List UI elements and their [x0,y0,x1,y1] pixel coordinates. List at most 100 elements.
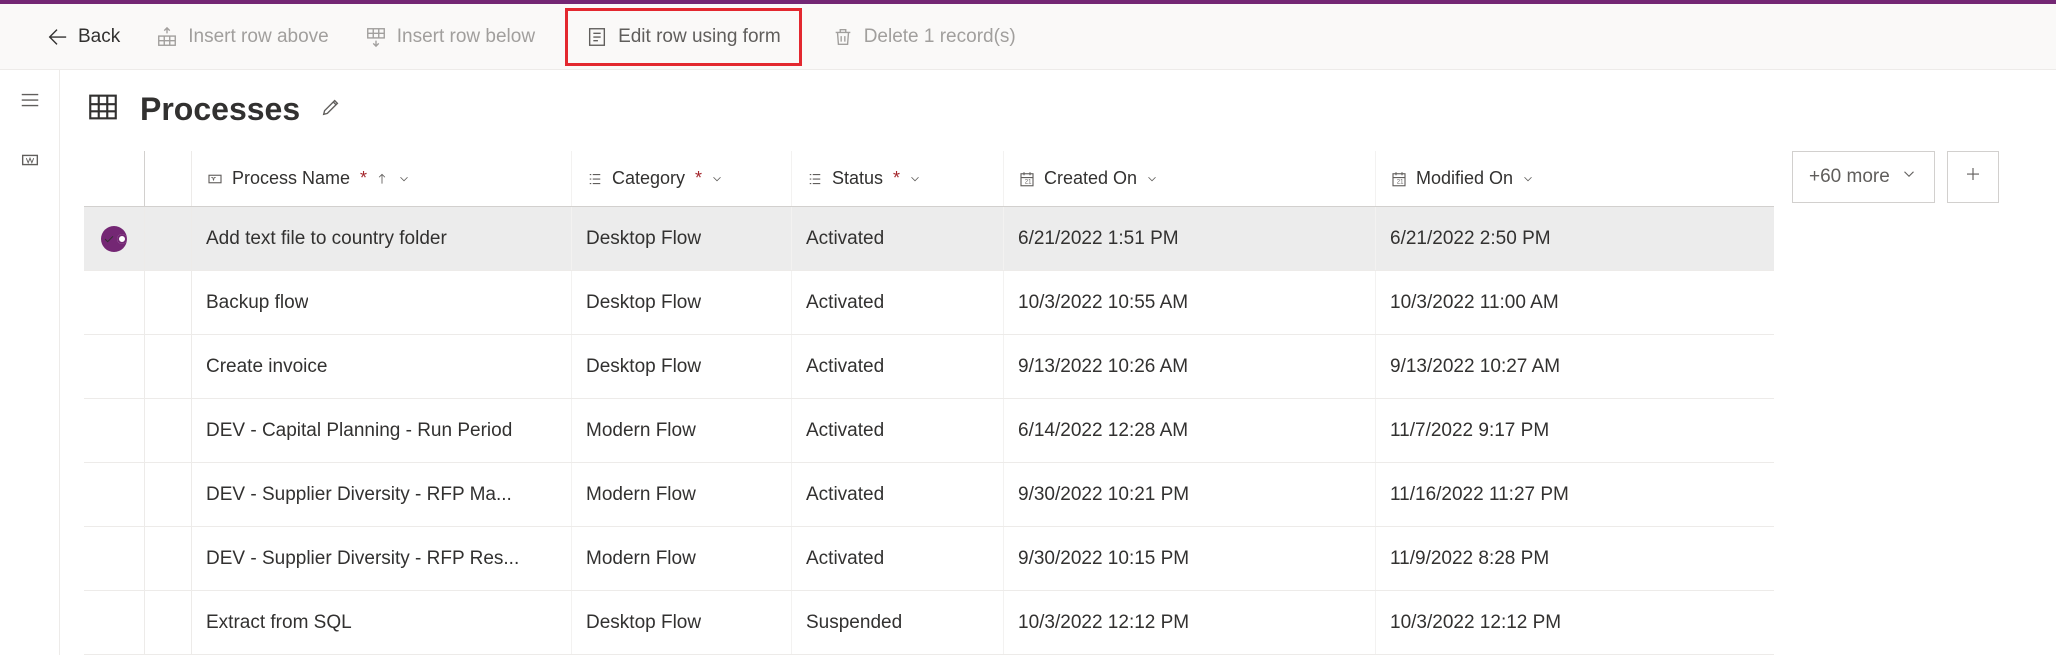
table-row[interactable]: Extract from SQL Desktop Flow Suspended 10/… [84,591,1774,655]
row-gutter [144,399,192,462]
cell-process-name-value: Create invoice [206,356,327,378]
column-header-process-name[interactable]: Process Name * [192,151,572,206]
cell-process-name[interactable]: Create invoice [192,335,572,398]
cell-modified-on-value: 11/16/2022 11:27 PM [1390,484,1569,506]
trash-icon [832,26,854,48]
chevron-down-icon [908,172,922,186]
row-gutter [144,463,192,526]
sort-asc-icon [375,172,389,186]
row-select[interactable] [84,463,144,526]
cell-modified-on[interactable]: 11/9/2022 8:28 PM [1376,527,1744,590]
column-label: Created On [1044,168,1137,189]
row-select[interactable] [84,591,144,654]
column-header-created-on[interactable]: 21 Created On [1004,151,1376,206]
cell-status[interactable]: Activated [792,399,1004,462]
column-label: Status [832,168,883,189]
cell-modified-on[interactable]: 6/21/2022 2:50 PM [1376,207,1744,270]
edit-row-highlight: Edit row using form [565,8,802,66]
cell-category-value: Desktop Flow [586,612,701,634]
cell-category[interactable]: Desktop Flow [572,591,792,654]
optionset-type-icon [586,170,604,188]
cell-status[interactable]: Activated [792,271,1004,334]
cell-process-name[interactable]: Add text file to country folder [192,207,572,270]
insert-row-above-button[interactable]: Insert row above [150,15,334,59]
cell-status[interactable]: Activated [792,463,1004,526]
cell-category[interactable]: Modern Flow [572,527,792,590]
cell-created-on[interactable]: 6/21/2022 1:51 PM [1004,207,1376,270]
column-label: Process Name [232,168,350,189]
row-gutter [144,271,192,334]
column-header-modified-on[interactable]: 21 Modified On [1376,151,1744,206]
cell-modified-on[interactable]: 11/16/2022 11:27 PM [1376,463,1744,526]
cell-category[interactable]: Desktop Flow [572,335,792,398]
data-grid: Process Name * Category* [84,151,1774,655]
cell-process-name[interactable]: DEV - Capital Planning - Run Period [192,399,572,462]
cell-status[interactable]: Suspended [792,591,1004,654]
table-row[interactable]: Add text file to country folderDesktop F… [84,207,1774,271]
cell-modified-on[interactable]: 9/13/2022 10:27 AM [1376,335,1744,398]
cell-created-on[interactable]: 9/30/2022 10:15 PM [1004,527,1376,590]
cell-status[interactable]: Activated [792,335,1004,398]
table-row[interactable]: Create invoice Desktop Flow Activated 9/13/… [84,335,1774,399]
arrow-left-icon [46,26,68,48]
text-type-icon [206,170,224,188]
edit-row-using-form-label: Edit row using form [618,26,781,48]
insert-row-below-icon [365,26,387,48]
table-row[interactable]: DEV - Supplier Diversity - RFP Res... Mod… [84,527,1774,591]
cell-category[interactable]: Desktop Flow [572,271,792,334]
cell-status-value: Activated [806,420,884,442]
required-indicator: * [360,168,367,189]
table-row[interactable]: Backup flowDesktop FlowActivated10/3/202… [84,271,1774,335]
cell-modified-on[interactable]: 10/3/2022 12:12 PM [1376,591,1744,654]
row-select[interactable] [84,271,144,334]
cell-process-name[interactable]: DEV - Supplier Diversity - RFP Ma... [192,463,572,526]
edit-title-button[interactable] [320,96,342,123]
required-indicator: * [893,168,900,189]
more-columns-button[interactable]: +60 more [1792,151,1935,203]
cell-process-name-value: DEV - Capital Planning - Run Period [206,420,512,442]
cell-created-on[interactable]: 10/3/2022 12:12 PM [1004,591,1376,654]
edit-row-using-form-button[interactable]: Edit row using form [580,15,787,59]
cell-status[interactable]: Activated [792,527,1004,590]
insert-row-below-button[interactable]: Insert row below [359,15,541,59]
page-header: Processes [84,90,2046,129]
insert-row-below-label: Insert row below [397,26,535,48]
cell-created-on[interactable]: 9/30/2022 10:21 PM [1004,463,1376,526]
column-header-category[interactable]: Category* [572,151,792,206]
add-column-button[interactable] [1947,151,1999,203]
cell-created-on[interactable]: 10/3/2022 10:55 AM [1004,271,1376,334]
cell-status[interactable]: Activated [792,207,1004,270]
row-select[interactable] [84,527,144,590]
row-select[interactable] [84,207,144,270]
cell-category[interactable]: Modern Flow [572,399,792,462]
cell-modified-on[interactable]: 11/7/2022 9:17 PM [1376,399,1744,462]
cell-modified-on[interactable]: 10/3/2022 11:00 AM [1376,271,1744,334]
back-button[interactable]: Back [40,15,126,59]
cell-status-value: Activated [806,356,884,378]
rail-menu-button[interactable] [10,82,50,122]
cell-category-value: Desktop Flow [586,292,701,314]
cell-created-on[interactable]: 9/13/2022 10:26 AM [1004,335,1376,398]
hamburger-icon [19,89,41,116]
rail-text-button[interactable] [10,142,50,182]
cell-process-name[interactable]: Backup flow [192,271,572,334]
cell-category-value: Modern Flow [586,548,696,570]
header-select-all[interactable] [84,151,144,206]
cell-created-on[interactable]: 6/14/2022 12:28 AM [1004,399,1376,462]
chevron-down-icon [710,172,724,186]
cell-category[interactable]: Modern Flow [572,463,792,526]
cell-process-name[interactable]: DEV - Supplier Diversity - RFP Res... [192,527,572,590]
svg-text:21: 21 [1397,179,1404,185]
cell-process-name[interactable]: Extract from SQL [192,591,572,654]
form-icon [586,26,608,48]
delete-records-button[interactable]: Delete 1 record(s) [826,15,1022,59]
plus-icon [1964,165,1982,189]
back-label: Back [78,26,120,48]
cell-created-on-value: 10/3/2022 12:12 PM [1018,612,1189,634]
cell-category[interactable]: Desktop Flow [572,207,792,270]
table-row[interactable]: DEV - Capital Planning - Run Period Moder… [84,399,1774,463]
table-row[interactable]: DEV - Supplier Diversity - RFP Ma...Mode… [84,463,1774,527]
row-select[interactable] [84,399,144,462]
column-header-status[interactable]: Status * [792,151,1004,206]
row-select[interactable] [84,335,144,398]
